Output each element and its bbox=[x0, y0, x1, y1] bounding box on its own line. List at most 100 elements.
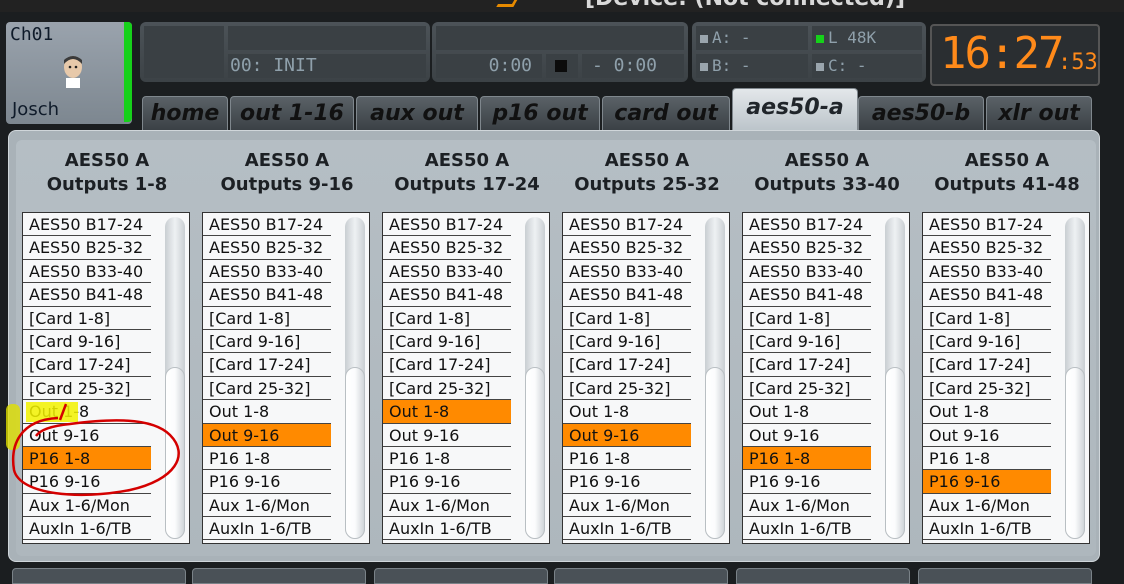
bottom-button-6[interactable] bbox=[918, 568, 1092, 584]
tab-aes50-a[interactable]: aes50-a bbox=[732, 88, 858, 133]
list-item[interactable]: P16 9-16 bbox=[203, 470, 331, 494]
list-item[interactable]: Out 1-8 bbox=[383, 400, 511, 424]
list-item[interactable]: AES50 B17-24 bbox=[923, 213, 1051, 237]
list-item[interactable]: AES50 B17-24 bbox=[383, 213, 511, 237]
list-item[interactable]: AuxIn 1-6/TB bbox=[23, 517, 151, 541]
list-item[interactable]: [Card 9-16] bbox=[23, 330, 151, 354]
list-item[interactable]: AES50 B33-40 bbox=[23, 260, 151, 284]
list-item[interactable]: AES50 B25-32 bbox=[383, 236, 511, 260]
scrollbar-thumb[interactable] bbox=[345, 367, 365, 539]
list-item[interactable]: Aux 1-6/Mon bbox=[563, 494, 691, 518]
list-item[interactable]: AuxIn 1-6/TB bbox=[203, 517, 331, 541]
bottom-button-5[interactable] bbox=[736, 568, 910, 584]
stop-button[interactable] bbox=[546, 54, 578, 78]
list-item[interactable]: AES50 B41-48 bbox=[743, 283, 871, 307]
list-item[interactable]: [Card 9-16] bbox=[383, 330, 511, 354]
scrollbar-thumb[interactable] bbox=[525, 367, 545, 539]
list-item[interactable]: AES50 B25-32 bbox=[23, 236, 151, 260]
list-item[interactable]: [Card 1-8] bbox=[383, 307, 511, 330]
list-item[interactable]: AES50 B33-40 bbox=[563, 260, 691, 284]
bottom-button-4[interactable] bbox=[554, 568, 728, 584]
list-item[interactable]: [Card 9-16] bbox=[923, 330, 1051, 354]
tab-p16-out[interactable]: p16 out bbox=[480, 96, 600, 131]
list-item[interactable]: [Card 25-32] bbox=[203, 377, 331, 401]
tab-xlr-out[interactable]: xlr out bbox=[986, 96, 1092, 131]
list-item[interactable]: AES50 B17-24 bbox=[203, 213, 331, 237]
list-item[interactable]: Aux 1-6/Mon bbox=[203, 494, 331, 518]
tab-home[interactable]: home bbox=[142, 96, 228, 131]
source-list[interactable]: AES50 B17-24 AES50 B25-32 AES50 B33-40 AES5… bbox=[382, 212, 550, 544]
list-item[interactable]: Aux 1-6/Mon bbox=[383, 494, 511, 518]
list-item[interactable]: Aux 1-6/Mon bbox=[743, 494, 871, 518]
list-item[interactable]: Out 9-16 bbox=[563, 423, 691, 447]
list-item[interactable]: AuxIn 1-6/TB bbox=[923, 517, 1051, 541]
list-item[interactable]: Out 1-8 bbox=[203, 400, 331, 424]
list-item[interactable]: [Card 9-16] bbox=[563, 330, 691, 354]
list-item[interactable]: [Card 1-8] bbox=[203, 307, 331, 330]
list-item[interactable]: [Card 17-24] bbox=[743, 353, 871, 377]
list-item[interactable]: [Card 9-16] bbox=[743, 330, 871, 354]
list-item[interactable]: [Card 17-24] bbox=[563, 353, 691, 377]
list-item[interactable]: AES50 B33-40 bbox=[203, 260, 331, 284]
list-item[interactable]: [Card 17-24] bbox=[923, 353, 1051, 377]
bottom-button-1[interactable] bbox=[12, 568, 186, 584]
list-item[interactable]: P16 1-8 bbox=[563, 447, 691, 471]
tab-card-out[interactable]: card out bbox=[602, 96, 730, 131]
list-item[interactable]: AES50 B17-24 bbox=[23, 213, 151, 237]
list-item[interactable]: Out 1-8 bbox=[563, 400, 691, 424]
channel-selector[interactable]: Ch01 Josch bbox=[6, 22, 132, 124]
list-item[interactable]: P16 1-8 bbox=[923, 447, 1051, 471]
list-item[interactable]: AuxIn 1-6/TB bbox=[743, 517, 871, 541]
list-item[interactable]: AES50 B25-32 bbox=[743, 236, 871, 260]
scrollbar-thumb[interactable] bbox=[1065, 367, 1085, 539]
source-list[interactable]: AES50 B17-24 AES50 B25-32 AES50 B33-40 AES5… bbox=[562, 212, 730, 544]
list-item[interactable]: Out 9-16 bbox=[923, 424, 1051, 447]
list-item[interactable]: P16 9-16 bbox=[563, 470, 691, 494]
scene-name[interactable]: 00: INIT bbox=[228, 54, 426, 78]
list-item[interactable]: AuxIn 1-6/TB bbox=[383, 517, 511, 541]
list-item[interactable]: Out 1-8 bbox=[743, 400, 871, 424]
list-item[interactable]: [Card 25-32] bbox=[563, 377, 691, 401]
list-item[interactable]: [Card 1-8] bbox=[923, 307, 1051, 330]
list-item[interactable]: AES50 B41-48 bbox=[383, 283, 511, 307]
bottom-button-2[interactable] bbox=[192, 568, 366, 584]
list-item[interactable]: AES50 B33-40 bbox=[743, 260, 871, 284]
list-item[interactable]: AES50 B41-48 bbox=[923, 283, 1051, 307]
source-list[interactable]: AES50 B17-24 AES50 B25-32 AES50 B33-40 AES5… bbox=[922, 212, 1090, 544]
list-item[interactable]: P16 1-8 bbox=[743, 446, 871, 471]
list-item[interactable]: [Card 17-24] bbox=[23, 353, 151, 377]
list-item[interactable]: Out 9-16 bbox=[203, 423, 331, 447]
list-item[interactable]: [Card 1-8] bbox=[563, 307, 691, 330]
list-item[interactable]: Aux 1-6/Mon bbox=[923, 494, 1051, 518]
list-item[interactable]: [Card 25-32] bbox=[383, 377, 511, 401]
list-item[interactable]: [Card 17-24] bbox=[203, 353, 331, 377]
list-item[interactable]: [Card 1-8] bbox=[743, 307, 871, 330]
source-list[interactable]: AES50 B17-24 AES50 B25-32 AES50 B33-40 AES5… bbox=[742, 212, 910, 544]
list-item[interactable]: AES50 B41-48 bbox=[203, 283, 331, 307]
list-item[interactable]: P16 1-8 bbox=[203, 447, 331, 471]
list-item[interactable]: AES50 B33-40 bbox=[923, 260, 1051, 284]
list-item[interactable]: AES50 B41-48 bbox=[23, 283, 151, 307]
scrollbar-thumb[interactable] bbox=[705, 367, 725, 539]
list-item[interactable]: [Card 17-24] bbox=[383, 353, 511, 377]
list-item[interactable]: [Card 25-32] bbox=[23, 377, 151, 401]
list-item[interactable]: [Card 1-8] bbox=[23, 307, 151, 330]
list-item[interactable]: P16 9-16 bbox=[383, 470, 511, 494]
list-item[interactable]: Out 1-8 bbox=[923, 400, 1051, 424]
tab-out-1-16[interactable]: out 1-16 bbox=[230, 96, 354, 131]
list-item[interactable]: AES50 B25-32 bbox=[563, 236, 691, 260]
list-item[interactable]: [Card 25-32] bbox=[923, 377, 1051, 401]
list-item[interactable]: P16 9-16 bbox=[923, 470, 1051, 494]
list-item[interactable]: AuxIn 1-6/TB bbox=[563, 517, 691, 541]
list-item[interactable]: Out 9-16 bbox=[743, 424, 871, 447]
list-item[interactable]: AES50 B33-40 bbox=[383, 260, 511, 284]
tab-aux-out[interactable]: aux out bbox=[356, 96, 478, 131]
source-list[interactable]: AES50 B17-24 AES50 B25-32 AES50 B33-40 AES5… bbox=[202, 212, 370, 544]
list-item[interactable]: P16 9-16 bbox=[743, 470, 871, 494]
bottom-button-3[interactable] bbox=[374, 568, 548, 584]
list-item[interactable]: [Card 25-32] bbox=[743, 377, 871, 401]
list-item[interactable]: [Card 9-16] bbox=[203, 330, 331, 354]
list-item[interactable]: P16 1-8 bbox=[383, 447, 511, 471]
list-item[interactable]: AES50 B41-48 bbox=[563, 283, 691, 307]
list-item[interactable]: AES50 B17-24 bbox=[563, 213, 691, 237]
